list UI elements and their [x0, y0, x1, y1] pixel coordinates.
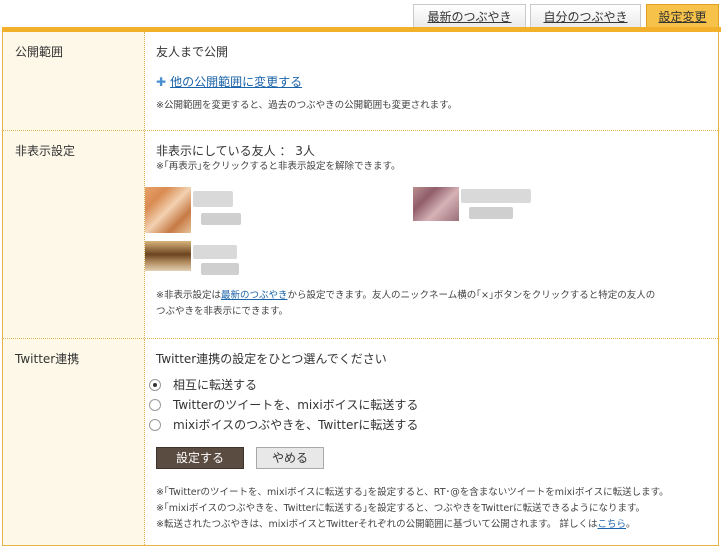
twitter-note: ※｢mixiボイスのつぶやきを、Twitterに転送する｣を設定すると、つぶやき… [156, 503, 645, 514]
visibility-content: 友人まで公開 ✚ 他の公開範囲に変更する ※公開範囲を変更すると、過去のつぶやきの… [145, 32, 718, 130]
details-link[interactable]: こちら [597, 519, 626, 530]
twitter-note: ※転送されたつぶやきは、mixiボイスとTwitterそれぞれの公開範囲に基づい… [156, 517, 716, 533]
option-label: Twitterのツイートを、mixiボイスに転送する [173, 398, 419, 412]
friend-action-blur [201, 213, 241, 225]
twitter-content: Twitter連携の設定をひとつ選んでください 相互に転送する Twitterの… [145, 339, 718, 545]
plus-icon: ✚ [156, 75, 167, 89]
friend-action-blur [469, 207, 513, 219]
tab-my-tweets[interactable]: 自分のつぶやき [530, 4, 641, 28]
tab-latest-tweets[interactable]: 最新のつぶやき [413, 4, 526, 28]
twitter-notes: ※｢Twitterのツイートを、mixiボイスに転送する｣を設定すると、RT･@… [156, 485, 716, 533]
friend-name-blur [461, 189, 531, 203]
twitter-label: Twitter連携 [3, 339, 145, 545]
friend-name-blur [193, 191, 233, 207]
twitter-option-to-twitter[interactable]: mixiボイスのつぶやきを、Twitterに転送する [149, 416, 418, 434]
avatar [145, 187, 191, 233]
radio-button[interactable] [149, 418, 161, 431]
hidden-label: 非表示設定 [3, 131, 145, 338]
twitter-note-end: 。 [625, 519, 636, 530]
change-visibility[interactable]: ✚ 他の公開範囲に変更する [156, 73, 718, 90]
twitter-note: ※｢Twitterのツイートを、mixiボイスに転送する｣を設定すると、RT･@… [156, 487, 669, 498]
hidden-note-suffix: から設定できます。友人のニックネーム横の｢×｣ボタンをクリックすると特定の友人の [287, 290, 656, 301]
option-label: mixiボイスのつぶやきを、Twitterに転送する [173, 418, 419, 432]
latest-tweets-link[interactable]: 最新のつぶやき [221, 290, 288, 301]
save-button[interactable]: 設定する [156, 447, 244, 469]
twitter-note-text: ※転送されたつぶやきは、mixiボイスとTwitterそれぞれの公開範囲に基づい… [156, 519, 598, 530]
avatar [145, 241, 191, 271]
hidden-row: 非表示設定 非表示にしている友人 ： 3人 ※｢再表示｣をクリックすると非表示設… [3, 131, 718, 339]
option-label: 相互に転送する [173, 378, 258, 392]
friend-action-blur [201, 263, 239, 275]
hidden-note-line2: つぶやきを非表示にできます。 [156, 306, 289, 317]
change-visibility-link[interactable]: 他の公開範囲に変更する [170, 75, 302, 89]
twitter-option-mutual[interactable]: 相互に転送する [149, 376, 257, 394]
radio-button[interactable] [149, 398, 161, 411]
hidden-content: 非表示にしている友人 ： 3人 ※｢再表示｣をクリックすると非表示設定を解除でき… [145, 131, 718, 338]
twitter-row: Twitter連携 Twitter連携の設定をひとつ選んでください 相互に転送す… [3, 339, 718, 546]
cancel-button[interactable]: やめる [256, 447, 324, 469]
avatar [413, 187, 459, 221]
visibility-note: ※公開範囲を変更すると、過去のつぶやきの公開範囲も変更されます。 [156, 100, 458, 111]
hidden-note-prefix: ※非表示設定は [156, 290, 221, 301]
hidden-note: ※非表示設定は最新のつぶやきから設定できます。友人のニックネーム横の｢×｣ボタン… [156, 288, 712, 320]
friend-name-blur [193, 245, 237, 259]
visibility-label: 公開範囲 [3, 32, 145, 130]
twitter-option-to-mixi[interactable]: Twitterのツイートを、mixiボイスに転送する [149, 396, 418, 414]
hidden-count: 非表示にしている友人 ： 3人 [156, 144, 315, 158]
hidden-hint: ※｢再表示｣をクリックすると非表示設定を解除できます。 [156, 161, 401, 172]
visibility-row: 公開範囲 友人まで公開 ✚ 他の公開範囲に変更する ※公開範囲を変更すると、過去の… [3, 32, 718, 131]
tab-settings[interactable]: 設定変更 [646, 4, 719, 28]
twitter-prompt: Twitter連携の設定をひとつ選んでください [156, 352, 387, 366]
radio-button[interactable] [149, 378, 161, 391]
visibility-value: 友人まで公開 [156, 45, 229, 59]
settings-table: 公開範囲 友人まで公開 ✚ 他の公開範囲に変更する ※公開範囲を変更すると、過去の… [2, 32, 719, 546]
